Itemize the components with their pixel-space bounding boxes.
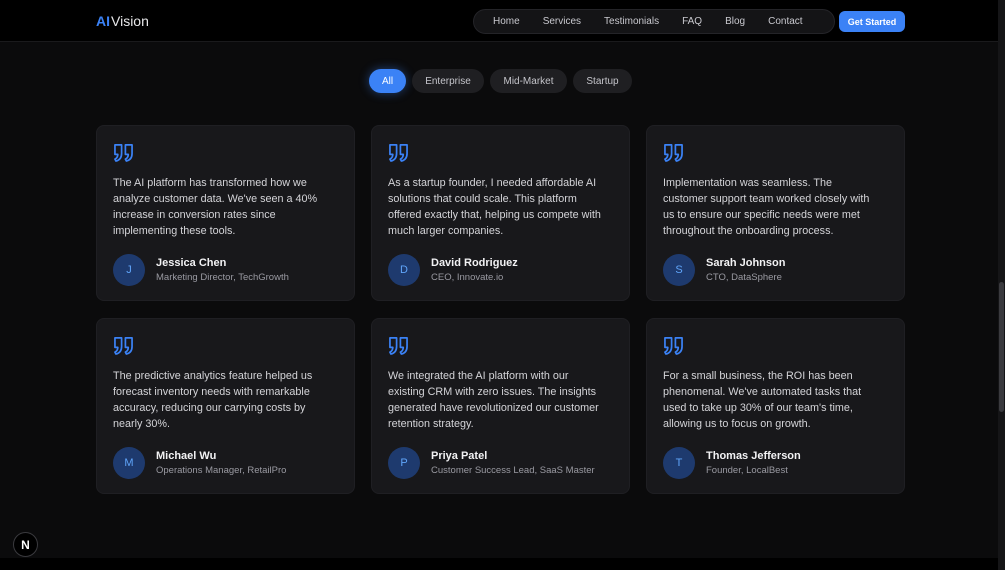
- get-started-button[interactable]: Get Started: [839, 11, 905, 32]
- logo-vision-text: Vision: [111, 13, 149, 29]
- nav-faq[interactable]: FAQ: [682, 16, 702, 27]
- testimonial-card: The AI platform has transformed how we a…: [96, 125, 355, 301]
- testimonial-card: Implementation was seamless. The custome…: [646, 125, 905, 301]
- scrollbar-thumb[interactable]: [999, 282, 1004, 412]
- person-name: Sarah Johnson: [706, 257, 786, 269]
- main-nav: Home Services Testimonials FAQ Blog Cont…: [473, 9, 835, 34]
- person-name: Priya Patel: [431, 450, 488, 462]
- page: AIVision Home Services Testimonials FAQ …: [0, 0, 1005, 570]
- avatar: J: [113, 254, 145, 286]
- filter-all[interactable]: All: [369, 69, 406, 93]
- quote-icon: [113, 143, 134, 162]
- person-role: Marketing Director, TechGrowth: [156, 272, 289, 283]
- testimonial-quote: As a startup founder, I needed affordabl…: [388, 177, 601, 237]
- testimonial-quote: Implementation was seamless. The custome…: [663, 177, 870, 237]
- testimonial-card: The predictive analytics feature helped …: [96, 318, 355, 494]
- person-name: Thomas Jefferson: [706, 450, 801, 462]
- filter-startup[interactable]: Startup: [573, 69, 632, 93]
- person-role: Founder, LocalBest: [706, 465, 788, 476]
- quote-icon: [113, 336, 134, 355]
- testimonial-quote: We integrated the AI platform with our e…: [388, 370, 599, 430]
- avatar: S: [663, 254, 695, 286]
- person-role: CEO, Innovate.io: [431, 272, 504, 283]
- avatar: D: [388, 254, 420, 286]
- nav-testimonials[interactable]: Testimonials: [604, 16, 659, 27]
- nav-blog[interactable]: Blog: [725, 16, 745, 27]
- person-role: Customer Success Lead, SaaS Master: [431, 465, 595, 476]
- person-name: Michael Wu: [156, 450, 217, 462]
- dev-tools-badge[interactable]: N: [13, 532, 38, 557]
- person-name: David Rodriguez: [431, 257, 518, 269]
- testimonial-card: We integrated the AI platform with our e…: [371, 318, 630, 494]
- nav-contact[interactable]: Contact: [768, 16, 802, 27]
- testimonial-card: For a small business, the ROI has been p…: [646, 318, 905, 494]
- avatar: M: [113, 447, 145, 479]
- quote-icon: [388, 336, 409, 355]
- footer-strip: [0, 558, 998, 570]
- filter-enterprise[interactable]: Enterprise: [412, 69, 484, 93]
- nav-services[interactable]: Services: [543, 16, 581, 27]
- person-name: Jessica Chen: [156, 257, 227, 269]
- filter-mid-market[interactable]: Mid-Market: [490, 69, 567, 93]
- person-role: CTO, DataSphere: [706, 272, 782, 283]
- testimonial-quote: The predictive analytics feature helped …: [113, 370, 313, 430]
- site-header: AIVision Home Services Testimonials FAQ …: [0, 0, 1005, 42]
- logo[interactable]: AIVision: [96, 13, 149, 29]
- avatar: T: [663, 447, 695, 479]
- logo-ai-text: AI: [96, 13, 110, 29]
- quote-icon: [663, 143, 684, 162]
- quote-icon: [663, 336, 684, 355]
- filter-tabs: All Enterprise Mid-Market Startup: [369, 69, 632, 93]
- avatar: P: [388, 447, 420, 479]
- testimonial-quote: For a small business, the ROI has been p…: [663, 370, 862, 430]
- quote-icon: [388, 143, 409, 162]
- testimonial-grid: The AI platform has transformed how we a…: [96, 125, 905, 494]
- testimonial-card: As a startup founder, I needed affordabl…: [371, 125, 630, 301]
- nav-home[interactable]: Home: [493, 16, 520, 27]
- testimonial-quote: The AI platform has transformed how we a…: [113, 177, 318, 237]
- person-role: Operations Manager, RetailPro: [156, 465, 287, 476]
